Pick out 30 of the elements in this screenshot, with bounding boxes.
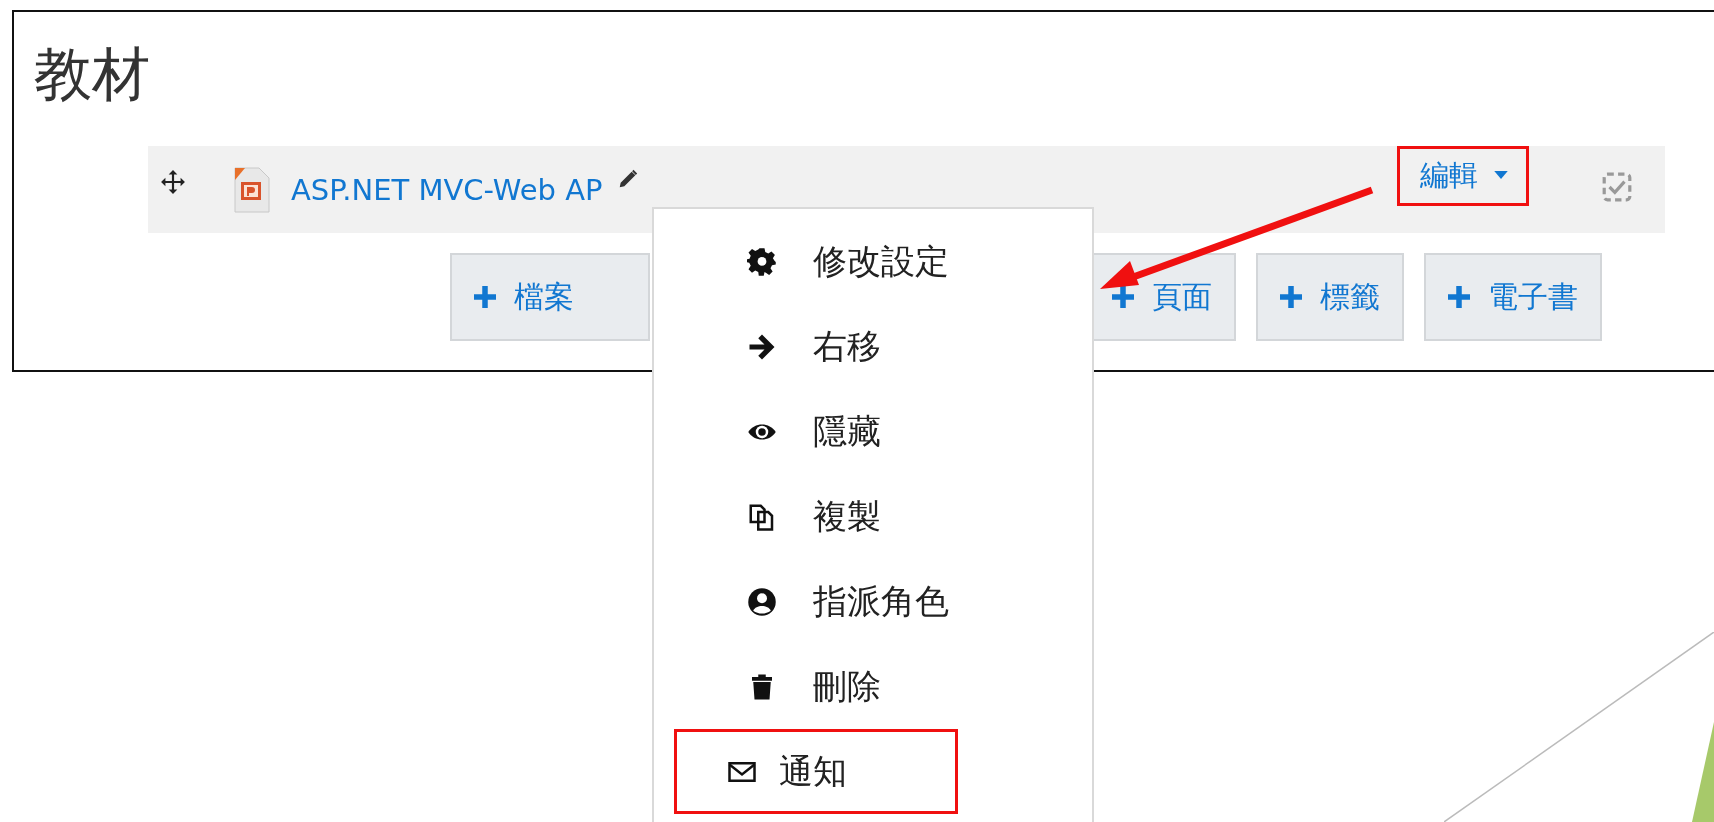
menu-item-label: 複製 bbox=[813, 494, 881, 538]
plus-icon bbox=[1280, 286, 1302, 308]
menu-item[interactable]: 指派角色 bbox=[674, 559, 958, 644]
plus-icon bbox=[1112, 286, 1134, 308]
menu-item[interactable]: 複製 bbox=[674, 474, 958, 559]
section-title: 教材 bbox=[34, 39, 150, 110]
move-icon[interactable] bbox=[160, 168, 186, 195]
plus-icon bbox=[474, 286, 496, 308]
menu-item-label: 修改設定 bbox=[813, 239, 949, 283]
menu-item[interactable]: 通知 bbox=[674, 729, 958, 814]
menu-item[interactable]: 修改設定 bbox=[674, 219, 958, 304]
menu-item[interactable]: 刪除 bbox=[674, 644, 958, 729]
add-button[interactable]: 檔案 bbox=[450, 253, 650, 341]
settings-icon bbox=[747, 246, 777, 277]
presentation-file-icon bbox=[231, 165, 271, 214]
menu-item[interactable]: 右移 bbox=[674, 304, 958, 389]
plus-icon bbox=[1448, 286, 1470, 308]
menu-item-label: 隱藏 bbox=[813, 409, 881, 453]
menu-item-label: 右移 bbox=[813, 324, 881, 368]
menu-item-label: 指派角色 bbox=[813, 579, 949, 623]
caret-icon bbox=[1494, 171, 1508, 180]
menu-item-label: 刪除 bbox=[813, 664, 881, 708]
edit-menu-button[interactable]: 編輯 bbox=[1397, 145, 1529, 206]
activity-link[interactable]: ASP.NET MVC-Web AP bbox=[291, 172, 603, 207]
add-button[interactable]: 標籤 bbox=[1256, 253, 1404, 341]
menu-item-label: 通知 bbox=[779, 749, 847, 793]
completion-checkbox-icon[interactable] bbox=[1601, 170, 1633, 203]
user-circle-icon bbox=[747, 586, 777, 617]
menu-item[interactable]: 隱藏 bbox=[674, 389, 958, 474]
add-button[interactable]: 電子書 bbox=[1424, 253, 1602, 341]
